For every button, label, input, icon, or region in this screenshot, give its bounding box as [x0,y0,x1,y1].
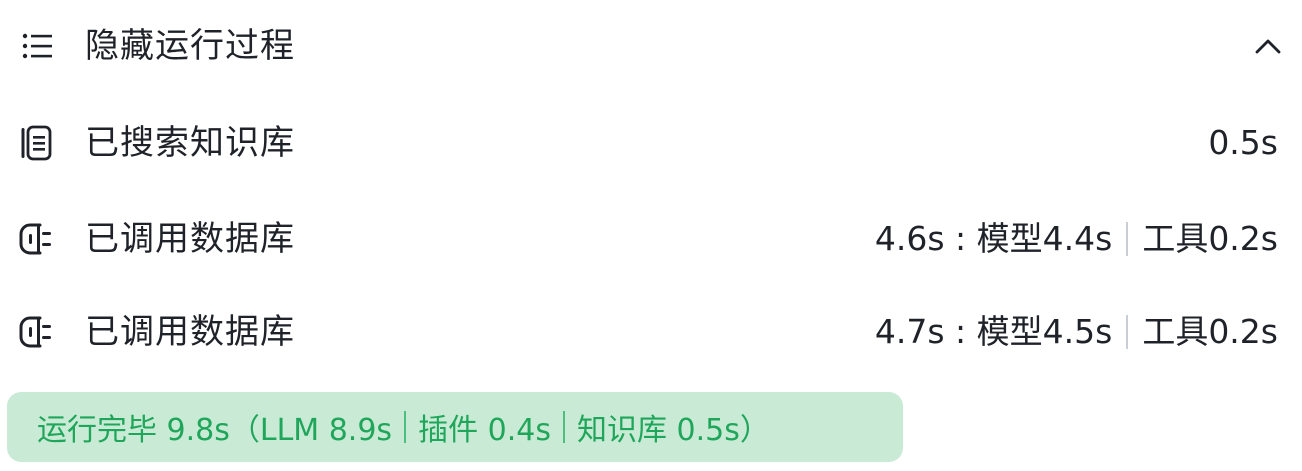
step-tool-time: 工具0.2s [1142,219,1278,258]
step-tool-time: 工具0.2s [1142,312,1278,351]
summary-plugin: 插件 0.4s [418,413,551,448]
step-item-database-call: 已调用数据库 4.7s : 模型4.5s 工具0.2s [0,302,1302,362]
step-label: 已调用数据库 [85,219,295,259]
separator [562,411,565,443]
step-label: 已调用数据库 [85,312,295,352]
separator [1126,222,1129,256]
list-icon [17,26,57,66]
separator [404,411,407,443]
step-item-database-call: 已调用数据库 4.6s : 模型4.4s 工具0.2s [0,209,1302,269]
separator [1126,315,1129,349]
step-duration: 0.5s [1208,123,1278,162]
process-toggle-label: 隐藏运行过程 [85,26,295,66]
step-time: 0.5s [1208,113,1278,173]
step-time: 4.6s : 模型4.4s 工具0.2s [875,209,1278,269]
step-duration: 4.6s : 模型4.4s [874,219,1113,258]
step-label: 已搜索知识库 [85,123,295,163]
step-item-knowledge-search: 已搜索知识库 0.5s [0,113,1302,173]
summary-total: 运行完毕 9.8s（LLM 8.9s [37,413,393,448]
database-plug-icon [17,312,57,352]
step-duration: 4.7s : 模型4.5s [874,312,1113,351]
run-summary-badge: 运行完毕 9.8s（LLM 8.9s 插件 0.4s 知识库 0.5s） [7,392,903,462]
step-time: 4.7s : 模型4.5s 工具0.2s [875,302,1278,362]
chevron-up-icon[interactable] [1248,26,1288,66]
document-icon [17,123,57,163]
database-plug-icon [17,219,57,259]
summary-knowledge: 知识库 0.5s） [576,413,770,448]
process-toggle-header[interactable]: 隐藏运行过程 [0,16,1302,76]
